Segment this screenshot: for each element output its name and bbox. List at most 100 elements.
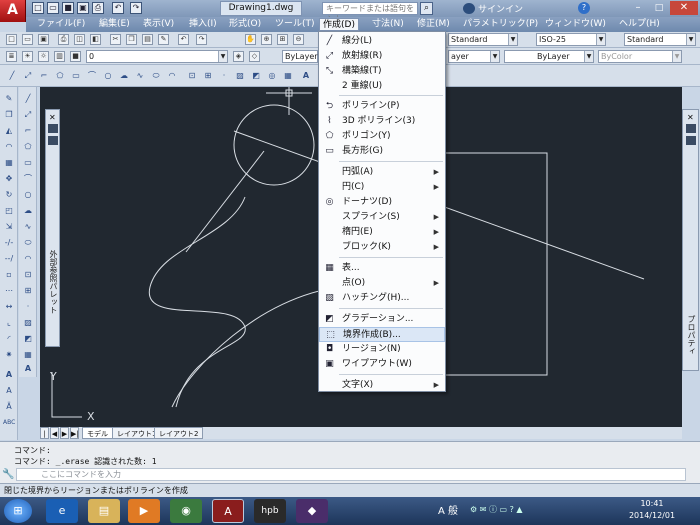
trim-icon[interactable]: -/-: [3, 237, 15, 249]
first-tab-icon[interactable]: |◀: [40, 427, 49, 450]
mirror-icon[interactable]: ◭: [3, 125, 15, 137]
draw-polyline-icon[interactable]: ⌐: [22, 125, 34, 137]
make-block-icon[interactable]: ⊞: [202, 70, 214, 82]
polyline-tool-icon[interactable]: ⌐: [38, 70, 50, 82]
plot-icon[interactable]: ⎙: [58, 34, 69, 45]
chrome-icon[interactable]: ◉: [170, 499, 202, 523]
xref-palette[interactable]: ✕ 外部参照パレット: [45, 109, 60, 347]
draw-menu-item[interactable]: ◘ リージョン(N): [319, 342, 445, 357]
preview-icon[interactable]: ◫: [74, 34, 85, 45]
explode-icon[interactable]: ✷: [3, 349, 15, 361]
menu-draw[interactable]: 作成(D): [319, 18, 359, 31]
palette-close-icon[interactable]: ✕: [687, 113, 694, 122]
draw-text-icon[interactable]: A: [22, 363, 34, 375]
line-tool-icon[interactable]: ╱: [6, 70, 18, 82]
draw-menu-item[interactable]: 円(C) ▶: [319, 180, 445, 195]
ellipse-arc-tool-icon[interactable]: ◠: [166, 70, 178, 82]
draw-menu-item[interactable]: ⌇ 3D ポリライン(3): [319, 114, 445, 129]
plotstyle-select[interactable]: ByColor ▼: [598, 50, 682, 63]
draw-menu-item[interactable]: ⬠ ポリゴン(Y): [319, 129, 445, 144]
layer-previous-icon[interactable]: ◇: [249, 51, 260, 62]
table-tool-icon[interactable]: ▦: [282, 70, 294, 82]
color-select[interactable]: ByLayer: [282, 50, 318, 63]
mtext-tool-icon[interactable]: A: [300, 70, 312, 82]
palette-autohide-icon[interactable]: [48, 124, 58, 133]
draw-polygon-icon[interactable]: ⬠: [22, 141, 34, 153]
menu-edit[interactable]: 編集(E): [96, 18, 133, 31]
draw-menu-item[interactable]: 2 重線(U): [319, 79, 445, 94]
zoom-realtime-icon[interactable]: ⊕: [261, 34, 272, 45]
save-icon[interactable]: ■: [62, 2, 74, 14]
clock-time[interactable]: 10:41: [612, 499, 692, 508]
qnew-icon[interactable]: ▭: [22, 34, 33, 45]
menu-window[interactable]: ウィンドウ(W): [542, 18, 609, 31]
make-current-icon[interactable]: ◈: [233, 51, 244, 62]
zoom-previous-icon[interactable]: ⊖: [293, 34, 304, 45]
draw-gradient-icon[interactable]: ◩: [22, 333, 34, 345]
text-icon[interactable]: A: [3, 369, 15, 381]
layer-select[interactable]: 0 ▼: [86, 50, 228, 63]
spline-tool-icon[interactable]: ∿: [134, 70, 146, 82]
palette-properties-icon[interactable]: [48, 136, 58, 145]
draw-menu-item[interactable]: ▣ ワイプアウト(W): [319, 357, 445, 372]
break-icon[interactable]: ⋯: [3, 285, 15, 297]
autocad-task-icon[interactable]: A: [212, 499, 244, 523]
app-icon[interactable]: ◆: [296, 499, 328, 523]
new-icon[interactable]: □: [6, 34, 17, 45]
wrench-icon[interactable]: 🔧: [2, 468, 14, 481]
draw-menu-item[interactable]: ▦ 表...: [319, 261, 445, 276]
draw-menu-item[interactable]: ◩ グラデーション...: [319, 312, 445, 327]
search-input[interactable]: キーワードまたは語句を入力: [322, 2, 418, 24]
close-icon[interactable]: ✕: [670, 1, 698, 15]
draw-menu-item[interactable]: ブロック(K) ▶: [319, 240, 445, 255]
draw-point-icon[interactable]: ·: [22, 301, 34, 313]
draw-menu-item[interactable]: 文字(X) ▶: [319, 378, 445, 393]
help-icon[interactable]: ?: [578, 2, 590, 14]
circle-tool-icon[interactable]: ○: [102, 70, 114, 82]
search-icon[interactable]: ⌕: [420, 2, 433, 15]
draw-spline-icon[interactable]: ∿: [22, 221, 34, 233]
tab-layout2[interactable]: レイアウト2: [154, 427, 204, 439]
app-menu-button[interactable]: A: [0, 0, 26, 22]
chamfer-icon[interactable]: ⌞: [3, 317, 15, 329]
open-icon[interactable]: ▣: [38, 34, 49, 45]
draw-insert-icon[interactable]: ⊡: [22, 269, 34, 281]
print-icon[interactable]: ⎙: [92, 2, 104, 14]
polygon-tool-icon[interactable]: ⬠: [54, 70, 66, 82]
draw-menu-item[interactable]: ⬚ 境界作成(B)...: [319, 327, 445, 342]
array-icon[interactable]: ▦: [3, 157, 15, 169]
dim-style-select[interactable]: ISO-25 ▼: [536, 33, 606, 46]
palette-autohide-icon[interactable]: [686, 124, 696, 133]
move-icon[interactable]: ✥: [3, 173, 15, 185]
next-tab-icon[interactable]: ▶: [60, 427, 69, 439]
menu-view[interactable]: 表示(V): [140, 18, 177, 31]
rectangle-tool-icon[interactable]: ▭: [70, 70, 82, 82]
ie-icon[interactable]: e: [46, 499, 78, 523]
draw-menu-item[interactable]: ⤢ 放射線(R): [319, 49, 445, 64]
table-style-select[interactable]: Standard ▼: [624, 33, 696, 46]
ime-indicator[interactable]: A 般: [438, 502, 458, 517]
gradient-tool-icon[interactable]: ◩: [250, 70, 262, 82]
layer-manager-icon[interactable]: ≣: [6, 51, 17, 62]
redo-tool-icon[interactable]: ↷: [196, 34, 207, 45]
prev-tab-icon[interactable]: ◀: [50, 427, 59, 439]
draw-xline-icon[interactable]: ⤢: [22, 109, 34, 121]
draw-table-icon[interactable]: ▦: [22, 349, 34, 361]
paste-icon[interactable]: ▤: [142, 34, 153, 45]
maximize-icon[interactable]: □: [649, 2, 669, 14]
region-tool-icon[interactable]: ◎: [266, 70, 278, 82]
save-as-icon[interactable]: ▣: [77, 2, 89, 14]
draw-menu-item[interactable]: ▨ ハッチング(H)...: [319, 291, 445, 306]
draw-hatch-icon[interactable]: ▨: [22, 317, 34, 329]
insert-block-icon[interactable]: ⊡: [186, 70, 198, 82]
ellipse-tool-icon[interactable]: ⬭: [150, 70, 162, 82]
copy-object-icon[interactable]: ❐: [3, 109, 15, 121]
signin-button[interactable]: サインイン: [478, 2, 523, 15]
xline-tool-icon[interactable]: ⤢: [22, 70, 34, 82]
menu-tools[interactable]: ツール(T): [272, 18, 318, 31]
draw-menu-item[interactable]: ▭ 長方形(G): [319, 144, 445, 159]
rotate-icon[interactable]: ↻: [3, 189, 15, 201]
draw-cloud-icon[interactable]: ☁: [22, 205, 34, 217]
menu-format[interactable]: 形式(O): [226, 18, 264, 31]
last-tab-icon[interactable]: ▶|: [70, 427, 79, 439]
